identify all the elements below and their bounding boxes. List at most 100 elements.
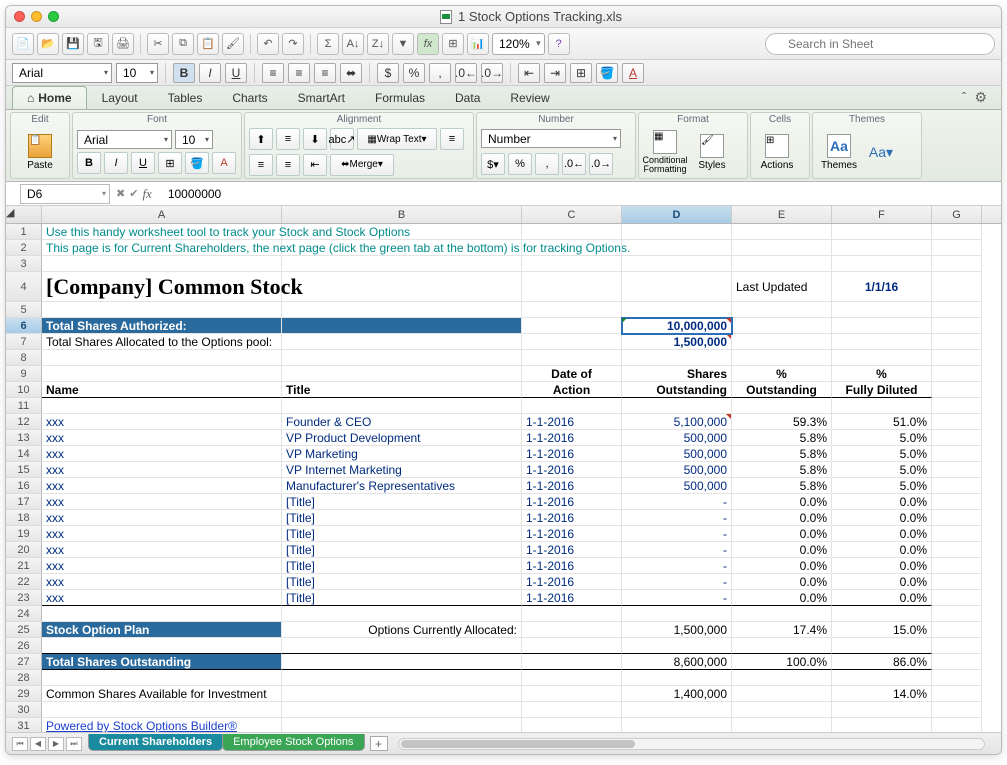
tab-home[interactable]: ⌂Home: [12, 86, 87, 109]
currency-ribbon-button[interactable]: $▾: [481, 153, 505, 175]
prev-sheet-button[interactable]: ◀: [30, 737, 46, 751]
percent-button[interactable]: %: [403, 63, 425, 83]
align-l-button[interactable]: ≡: [440, 128, 464, 150]
col-header-b[interactable]: B: [282, 206, 522, 223]
ribbon-fontcolor-button[interactable]: A: [212, 152, 236, 174]
merge-button[interactable]: ⬌: [340, 63, 362, 83]
align-right-button[interactable]: ≡: [314, 63, 336, 83]
cell[interactable]: Title: [282, 382, 522, 398]
cancel-formula-icon[interactable]: ✖: [116, 187, 125, 200]
ribbon-fill-button[interactable]: 🪣: [185, 152, 209, 174]
spreadsheet-grid[interactable]: ◢ A B C D E F G 1Use this handy workshee…: [6, 206, 1001, 732]
fx-icon[interactable]: fx: [142, 186, 151, 202]
selected-cell[interactable]: 10,000,000: [622, 318, 732, 334]
ribbon-underline-button[interactable]: U: [131, 152, 155, 174]
col-header-f[interactable]: F: [832, 206, 932, 223]
col-header-d[interactable]: D: [622, 206, 732, 223]
minimize-icon[interactable]: [31, 11, 42, 22]
new-doc-button[interactable]: 📄: [12, 33, 34, 55]
tab-charts[interactable]: Charts: [217, 86, 282, 109]
cut-button[interactable]: ✂: [147, 33, 169, 55]
first-sheet-button[interactable]: ⏮: [12, 737, 28, 751]
show-formulas-button[interactable]: ⊞: [442, 33, 464, 55]
font-name-combo[interactable]: Arial: [12, 63, 112, 83]
zoom-icon[interactable]: [48, 11, 59, 22]
add-sheet-button[interactable]: +: [370, 736, 388, 751]
col-header-a[interactable]: A: [42, 206, 282, 223]
undo-button[interactable]: ↶: [257, 33, 279, 55]
sort-desc-button[interactable]: Z↓: [367, 33, 389, 55]
cell[interactable]: xxx: [42, 414, 282, 430]
cell-title[interactable]: [Company] Common Stock: [42, 272, 282, 302]
styles-button[interactable]: 🖌Styles: [690, 127, 734, 177]
ribbon-bold-button[interactable]: B: [77, 152, 101, 174]
paste-button[interactable]: 📋: [197, 33, 219, 55]
align-center-button[interactable]: ≡: [288, 63, 310, 83]
cell[interactable]: Name: [42, 382, 282, 398]
align-c-button[interactable]: ≡: [249, 154, 273, 176]
underline-button[interactable]: U: [225, 63, 247, 83]
sheet-tab-options[interactable]: Employee Stock Options: [222, 734, 364, 751]
increase-decimal-button[interactable]: .0←: [455, 63, 477, 83]
chart-button[interactable]: 📊: [467, 33, 489, 55]
ribbon-settings-icon[interactable]: ⚙: [974, 89, 987, 106]
col-header-e[interactable]: E: [732, 206, 832, 223]
cell[interactable]: Total Shares Authorized:: [42, 318, 282, 334]
help-button[interactable]: ?: [548, 33, 570, 55]
inc-dec-button[interactable]: .0←: [562, 153, 586, 175]
col-header-g[interactable]: G: [932, 206, 982, 223]
comma-ribbon-button[interactable]: ,: [535, 153, 559, 175]
close-icon[interactable]: [14, 11, 25, 22]
bold-button[interactable]: B: [173, 63, 195, 83]
filter-button[interactable]: ▼: [392, 33, 414, 55]
align-top-button[interactable]: ⬆: [249, 128, 273, 150]
save-as-button[interactable]: 🖫: [87, 33, 109, 55]
ribbon-border-button[interactable]: ⊞: [158, 152, 182, 174]
increase-indent-button[interactable]: ⇥: [544, 63, 566, 83]
format-painter-button[interactable]: 🖌: [222, 33, 244, 55]
cell[interactable]: Total Shares Allocated to the Options po…: [42, 334, 282, 350]
tab-data[interactable]: Data: [440, 86, 495, 109]
cell[interactable]: 1/1/16: [832, 272, 932, 302]
ribbon-size-combo[interactable]: 10: [175, 130, 213, 149]
redo-button[interactable]: ↷: [282, 33, 304, 55]
cell[interactable]: This page is for Current Shareholders, t…: [42, 240, 282, 256]
fx-button[interactable]: fx: [417, 33, 439, 55]
powered-link[interactable]: Powered by Stock Options Builder®: [42, 718, 282, 732]
decrease-indent-button[interactable]: ⇤: [518, 63, 540, 83]
ribbon-italic-button[interactable]: I: [104, 152, 128, 174]
horizontal-scrollbar[interactable]: [398, 738, 985, 750]
ribbon-font-combo[interactable]: Arial: [77, 130, 172, 149]
comma-button[interactable]: ,: [429, 63, 451, 83]
paste-button[interactable]: 📋Paste: [18, 127, 62, 177]
borders-button[interactable]: ⊞: [570, 63, 592, 83]
italic-button[interactable]: I: [199, 63, 221, 83]
tab-tables[interactable]: Tables: [153, 86, 218, 109]
currency-button[interactable]: $: [377, 63, 399, 83]
select-all-corner[interactable]: ◢: [6, 206, 42, 223]
align-r-button[interactable]: ≡: [276, 154, 300, 176]
grid-rows[interactable]: 1Use this handy worksheet tool to track …: [6, 224, 1001, 732]
sort-asc-button[interactable]: A↓: [342, 33, 364, 55]
zoom-combo[interactable]: 120%: [492, 33, 545, 55]
orientation-button[interactable]: abc↗: [330, 128, 354, 150]
conditional-formatting-button[interactable]: ▦Conditional Formatting: [643, 127, 687, 177]
print-button[interactable]: 🖨: [112, 33, 134, 55]
align-left-button[interactable]: ≡: [262, 63, 284, 83]
cell[interactable]: Use this handy worksheet tool to track y…: [42, 224, 282, 240]
theme-fonts-button[interactable]: Aa▾: [864, 127, 898, 177]
sheet-tab-current[interactable]: Current Shareholders: [88, 734, 223, 751]
last-sheet-button[interactable]: ⏭: [66, 737, 82, 751]
percent-ribbon-button[interactable]: %: [508, 153, 532, 175]
themes-button[interactable]: AaThemes: [817, 127, 861, 177]
font-size-combo[interactable]: 10: [116, 63, 158, 83]
indent-dec-button[interactable]: ⇤: [303, 154, 327, 176]
tab-smartart[interactable]: SmartArt: [283, 86, 360, 109]
save-button[interactable]: 💾: [62, 33, 84, 55]
open-button[interactable]: 📂: [37, 33, 59, 55]
formula-input[interactable]: [162, 184, 1001, 204]
decrease-decimal-button[interactable]: .0→: [481, 63, 503, 83]
fill-color-button[interactable]: 🪣: [596, 63, 618, 83]
actions-button[interactable]: ⊞Actions: [755, 127, 799, 177]
wrap-text-button[interactable]: ▦ Wrap Text ▾: [357, 128, 437, 150]
